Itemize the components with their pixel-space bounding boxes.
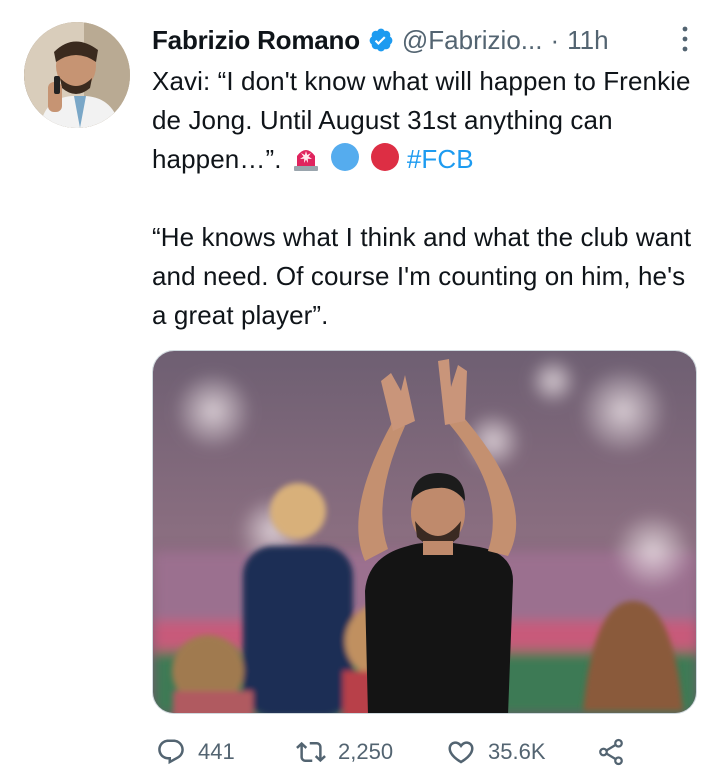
rotating-light-icon	[293, 150, 318, 171]
verified-badge-icon	[369, 28, 393, 52]
like-button[interactable]: 35.6K	[446, 737, 596, 767]
retweet-icon	[296, 741, 326, 763]
retweet-count: 2,250	[338, 739, 394, 764]
share-icon	[599, 738, 623, 766]
author-name[interactable]: Fabrizio Romano	[152, 25, 360, 56]
reply-count: 441	[198, 739, 235, 764]
heart-icon	[448, 741, 474, 764]
blue-circle-icon	[331, 143, 360, 171]
tweet-header: Fabrizio Romano @Fabrizio... · 11h	[152, 22, 609, 58]
tweet-text: Xavi: “I don't know what will happen to …	[152, 62, 697, 335]
tweet-actions: 441 2,250 35.6K	[152, 732, 626, 772]
tweet-paragraph-1: Xavi: “I don't know what will happen to …	[152, 62, 697, 179]
hashtag-link[interactable]: #FCB	[407, 144, 474, 174]
share-button[interactable]	[596, 737, 626, 767]
like-count: 35.6K	[488, 739, 546, 764]
tweet-paragraph-2: “He knows what I think and what the club…	[152, 222, 692, 330]
reply-button[interactable]: 441	[156, 737, 296, 767]
tweet-photo[interactable]	[152, 350, 697, 714]
red-circle-icon	[370, 143, 399, 171]
more-options-icon[interactable]	[680, 24, 690, 54]
avatar[interactable]	[24, 22, 130, 128]
reply-icon	[158, 739, 184, 765]
author-handle[interactable]: @Fabrizio...	[402, 25, 543, 56]
retweet-button[interactable]: 2,250	[296, 737, 446, 767]
separator-dot: ·	[550, 24, 560, 55]
tweet[interactable]: Fabrizio Romano @Fabrizio... · 11h Xavi:…	[0, 0, 720, 777]
tweet-timestamp[interactable]: 11h	[567, 25, 608, 56]
